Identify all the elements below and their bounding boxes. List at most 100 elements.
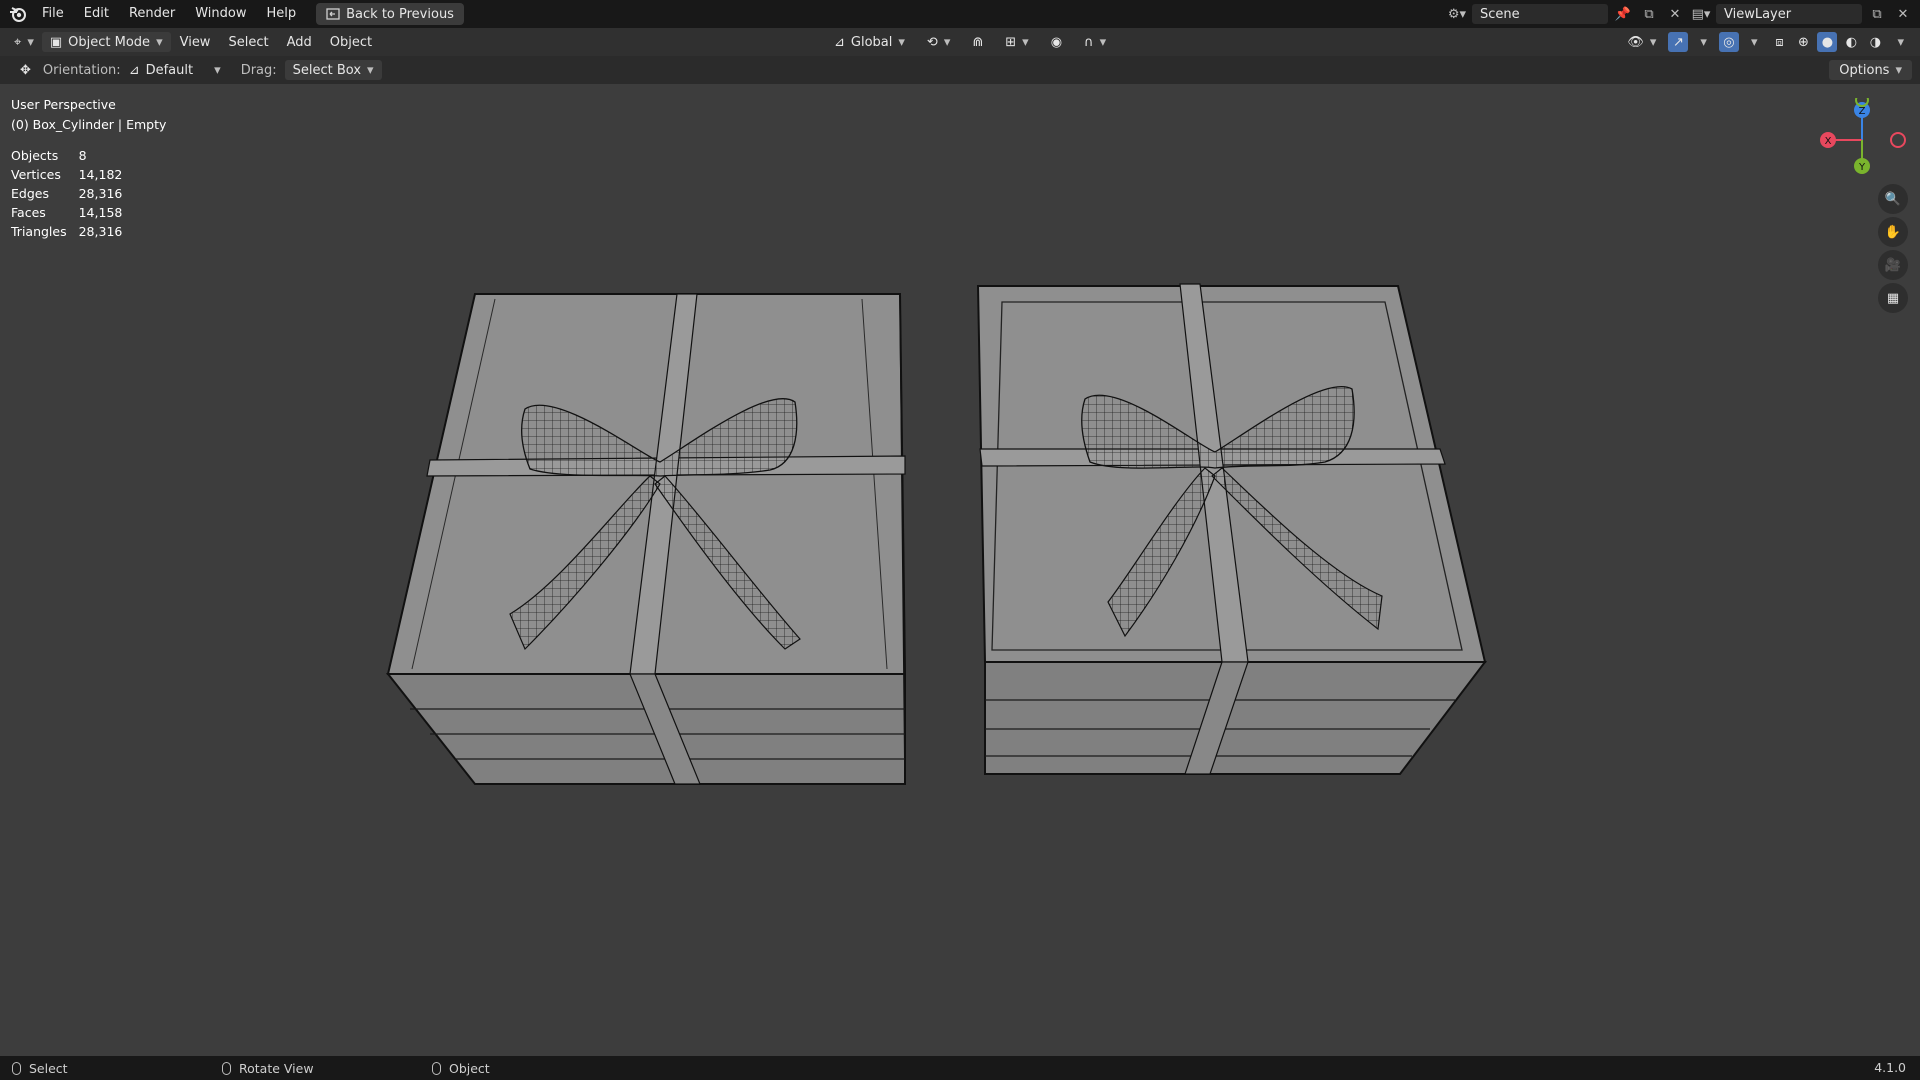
mouse-left-icon <box>12 1061 21 1075</box>
new-viewlayer-icon[interactable]: ⧉ <box>1866 3 1888 25</box>
editor-type-icon: ⌖ <box>14 34 22 50</box>
object-mode-icon: ▣ <box>49 34 63 50</box>
rendered-shading-button[interactable]: ◑ <box>1865 32 1885 52</box>
menu-file[interactable]: File <box>32 0 74 28</box>
stat-row: Objects 8 <box>11 146 134 165</box>
status-object: Object <box>432 1061 490 1076</box>
view-name: User Perspective <box>11 97 116 112</box>
tool-settings-bar: ✥ Orientation: ⊿ Default ▾ Drag: Select … <box>0 56 1920 84</box>
drag-dropdown[interactable]: Select Box ▾ <box>284 60 382 80</box>
options-label: Options <box>1839 62 1890 78</box>
scene-field[interactable]: Scene <box>1472 4 1608 24</box>
screen-back-icon <box>326 8 340 20</box>
status-object-label: Object <box>449 1060 490 1076</box>
stat-label: Faces <box>11 205 46 220</box>
header-menu-object[interactable]: Object <box>321 35 381 50</box>
stat-label: Vertices <box>11 167 61 182</box>
gizmo-toggle[interactable]: ↗ <box>1668 32 1689 52</box>
new-scene-icon[interactable]: ⧉ <box>1638 3 1660 25</box>
zoom-button[interactable]: 🔍 <box>1878 184 1908 214</box>
orientation-icon: ⊿ <box>128 62 140 78</box>
status-bar: Select Rotate View Object 4.1.0 <box>0 1056 1920 1080</box>
stat-label: Objects <box>11 148 59 163</box>
xray-icon: ⧈ <box>1775 34 1784 50</box>
menu-window[interactable]: Window <box>185 0 256 28</box>
shading-dropdown[interactable]: ▾ <box>1889 32 1912 52</box>
back-to-previous-button[interactable]: Back to Previous <box>316 3 464 25</box>
perspective-toggle-button[interactable]: ▦ <box>1878 283 1908 313</box>
version-label: 4.1.0 <box>1874 1060 1906 1075</box>
solid-shading-button[interactable]: ● <box>1817 32 1838 52</box>
header-menu-add[interactable]: Add <box>278 35 321 50</box>
stat-row: Faces 14,158 <box>11 203 134 222</box>
drag-value: Select Box <box>292 62 362 78</box>
wireframe-shading-button[interactable]: ⊕ <box>1793 32 1813 52</box>
xray-toggle[interactable]: ⧈ <box>1769 32 1789 52</box>
viewport-3d-scene[interactable] <box>0 84 1920 1056</box>
camera-view-button[interactable]: 🎥 <box>1878 250 1908 280</box>
mode-label: Object Mode <box>68 34 151 50</box>
proportional-edit-icon: ◉ <box>1050 34 1063 50</box>
material-shading-button[interactable]: ◐ <box>1841 32 1861 52</box>
stat-value: 28,316 <box>78 186 123 201</box>
overlays-icon: ◎ <box>1723 34 1735 50</box>
stat-row: Triangles 28,316 <box>11 222 134 241</box>
overlays-dropdown[interactable]: ▾ <box>1743 32 1766 52</box>
transform-orientation-label: Global <box>850 34 893 50</box>
mode-dropdown[interactable]: ▣ Object Mode ▾ <box>41 32 171 52</box>
blender-logo-icon[interactable] <box>4 0 32 28</box>
snap-increment-icon: ⊞ <box>1005 34 1017 50</box>
stat-value: 14,182 <box>78 167 123 182</box>
zoom-icon: 🔍 <box>1884 191 1902 207</box>
negative-x-axis-handle[interactable] <box>1890 132 1906 148</box>
proportional-edit-toggle[interactable]: ◉ <box>1043 32 1070 52</box>
gift-box-left[interactable] <box>385 293 907 785</box>
viewport-header: ⌖ ▾ ▣ Object Mode ▾ View Select Add Objec… <box>0 28 1920 56</box>
pivot-point-dropdown[interactable]: ⟲ ▾ <box>919 32 958 52</box>
editor-type-dropdown[interactable]: ⌖ ▾ <box>6 32 42 52</box>
pin-icon[interactable]: 📌 <box>1612 3 1634 25</box>
orientation-value: Default <box>145 62 194 78</box>
grid-icon: ▦ <box>1886 290 1900 306</box>
menu-render[interactable]: Render <box>119 0 185 28</box>
header-menu-view[interactable]: View <box>171 35 220 50</box>
snap-target-dropdown[interactable]: ⊞ ▾ <box>997 32 1036 52</box>
falloff-dropdown[interactable]: ∩ ▾ <box>1076 32 1114 52</box>
stat-row: Edges 28,316 <box>11 184 134 203</box>
delete-viewlayer-icon[interactable]: ✕ <box>1892 3 1914 25</box>
active-tool-icon[interactable]: ✥ <box>12 60 39 80</box>
pan-button[interactable]: ✋ <box>1878 217 1908 247</box>
viewlayer-selector-icon[interactable]: ▤▾ <box>1690 3 1712 25</box>
gizmo-dropdown[interactable]: ▾ <box>1692 32 1715 52</box>
overlays-toggle[interactable]: ◎ <box>1718 32 1739 52</box>
gift-box-right[interactable] <box>976 283 1488 775</box>
header-menu-select[interactable]: Select <box>219 35 277 50</box>
solid-sphere-icon: ● <box>1821 34 1834 50</box>
menu-help[interactable]: Help <box>257 0 307 28</box>
move-tool-icon: ✥ <box>20 62 31 78</box>
transform-tools: ⊿ Global ▾ ⟲ ▾ ⋒ ⊞ ▾ ◉ ∩ ▾ <box>826 28 1114 56</box>
stat-value: 8 <box>78 148 87 163</box>
scene-statistics: Objects 8 Vertices 14,182 Edges 28,316 Face… <box>11 146 134 241</box>
stat-label: Edges <box>11 186 49 201</box>
menu-edit[interactable]: Edit <box>74 0 119 28</box>
viewport-shading-tools: 👁 ▾ ↗ ▾ ◎ ▾ ⧈ ⊕ ● ◐ ◑ ▾ <box>1619 28 1912 56</box>
magnet-icon: ⋒ <box>972 34 984 50</box>
z-axis-label: Z <box>1859 106 1866 117</box>
delete-scene-icon[interactable]: ✕ <box>1664 3 1686 25</box>
active-object-name: (0) Box_Cylinder | Empty <box>11 117 167 132</box>
navigation-gizmo[interactable]: Z X Y <box>1812 98 1912 188</box>
mouse-middle-icon <box>222 1061 231 1075</box>
visibility-dropdown[interactable]: 👁 ▾ <box>1619 32 1664 52</box>
orientation-dropdown[interactable]: ⊿ Default ▾ <box>121 60 229 80</box>
viewlayer-name: ViewLayer <box>1724 6 1792 22</box>
viewlayer-field[interactable]: ViewLayer <box>1716 4 1862 24</box>
scene-selector-icon[interactable]: ⚙▾ <box>1446 3 1468 25</box>
transform-orientation-dropdown[interactable]: ⊿ Global ▾ <box>826 32 913 52</box>
stat-row: Vertices 14,182 <box>11 165 134 184</box>
material-sphere-icon: ◐ <box>1845 34 1858 50</box>
mouse-right-icon <box>432 1061 441 1075</box>
options-button[interactable]: Options ▾ <box>1829 60 1912 80</box>
snap-toggle[interactable]: ⋒ <box>964 32 991 52</box>
scene-name: Scene <box>1480 6 1520 22</box>
